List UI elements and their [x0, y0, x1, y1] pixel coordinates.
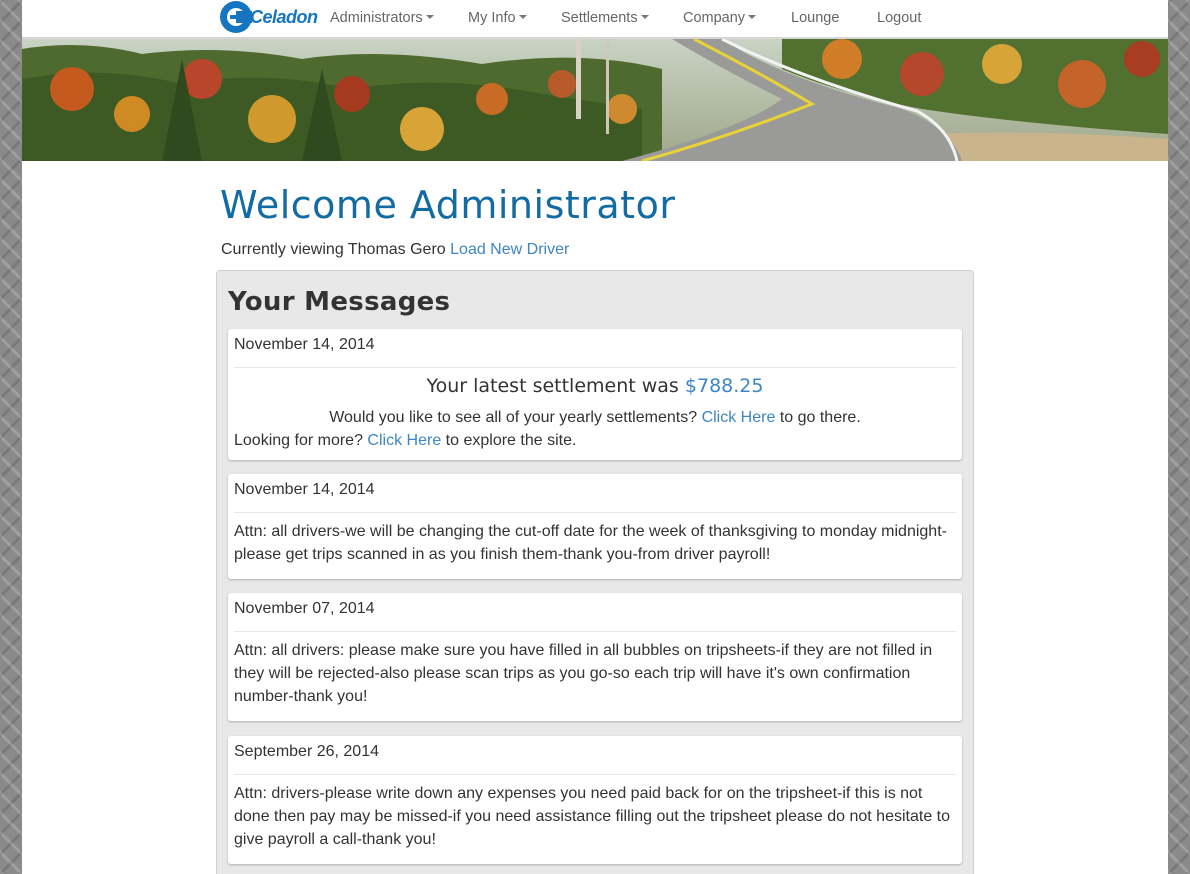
caret-down-icon — [425, 15, 434, 20]
messages-panel: Your Messages November 14, 2014 Your lat… — [216, 270, 974, 874]
messages-panel-title: Your Messages — [228, 287, 451, 317]
nav-my-info[interactable]: My Info — [468, 10, 527, 26]
nav-administrators[interactable]: Administrators — [330, 10, 434, 26]
nav-lounge[interactable]: Lounge — [791, 10, 839, 26]
message-card: September 26, 2014 Attn: drivers-please … — [228, 736, 962, 864]
message-date: November 14, 2014 — [234, 336, 375, 353]
explore-site-line: Looking for more? Click Here to explore … — [234, 432, 577, 449]
caret-down-icon — [748, 15, 757, 20]
message-date: November 14, 2014 — [234, 481, 375, 498]
current-driver-line: Currently viewing Thomas Gero Load New D… — [221, 241, 569, 259]
caret-down-icon — [640, 15, 649, 20]
caret-down-icon — [518, 15, 527, 20]
message-date: September 26, 2014 — [234, 743, 379, 760]
message-card: November 14, 2014 Attn: all drivers-we w… — [228, 474, 962, 579]
load-new-driver-link[interactable]: Load New Driver — [450, 241, 569, 258]
message-date: November 07, 2014 — [234, 600, 375, 617]
road-landscape-image — [22, 39, 1168, 161]
divider — [234, 631, 956, 632]
message-card: November 07, 2014 Attn: all drivers: ple… — [228, 593, 962, 721]
brand-name: Celadon — [250, 7, 318, 27]
nav-settlements[interactable]: Settlements — [561, 10, 649, 26]
message-body: Attn: all drivers: please make sure you … — [234, 642, 933, 705]
explore-site-link[interactable]: Click Here — [367, 432, 441, 449]
divider — [234, 774, 956, 775]
top-navbar: Celadon Administrators My Info Settlemen… — [22, 0, 1168, 39]
nav-company[interactable]: Company — [683, 10, 757, 26]
header-banner-image — [22, 39, 1168, 161]
message-body: Attn: all drivers-we will be changing th… — [234, 523, 947, 563]
latest-settlement-line: Your latest settlement was $788.25 — [426, 375, 764, 397]
message-body: Attn: drivers-please write down any expe… — [234, 785, 950, 848]
divider — [234, 512, 956, 513]
nav-logout[interactable]: Logout — [877, 10, 921, 26]
page-title: Welcome Administrator — [220, 183, 676, 227]
celadon-logo[interactable]: Celadon — [220, 0, 318, 37]
yearly-settlements-line: Would you like to see all of your yearly… — [329, 409, 861, 426]
yearly-settlements-link[interactable]: Click Here — [702, 409, 776, 426]
settlement-message-card: November 14, 2014 Your latest settlement… — [228, 329, 962, 460]
settlement-amount: $788.25 — [684, 375, 764, 397]
divider — [234, 367, 956, 368]
page: Celadon Administrators My Info Settlemen… — [22, 0, 1168, 874]
current-driver-text: Currently viewing Thomas Gero — [221, 241, 446, 258]
